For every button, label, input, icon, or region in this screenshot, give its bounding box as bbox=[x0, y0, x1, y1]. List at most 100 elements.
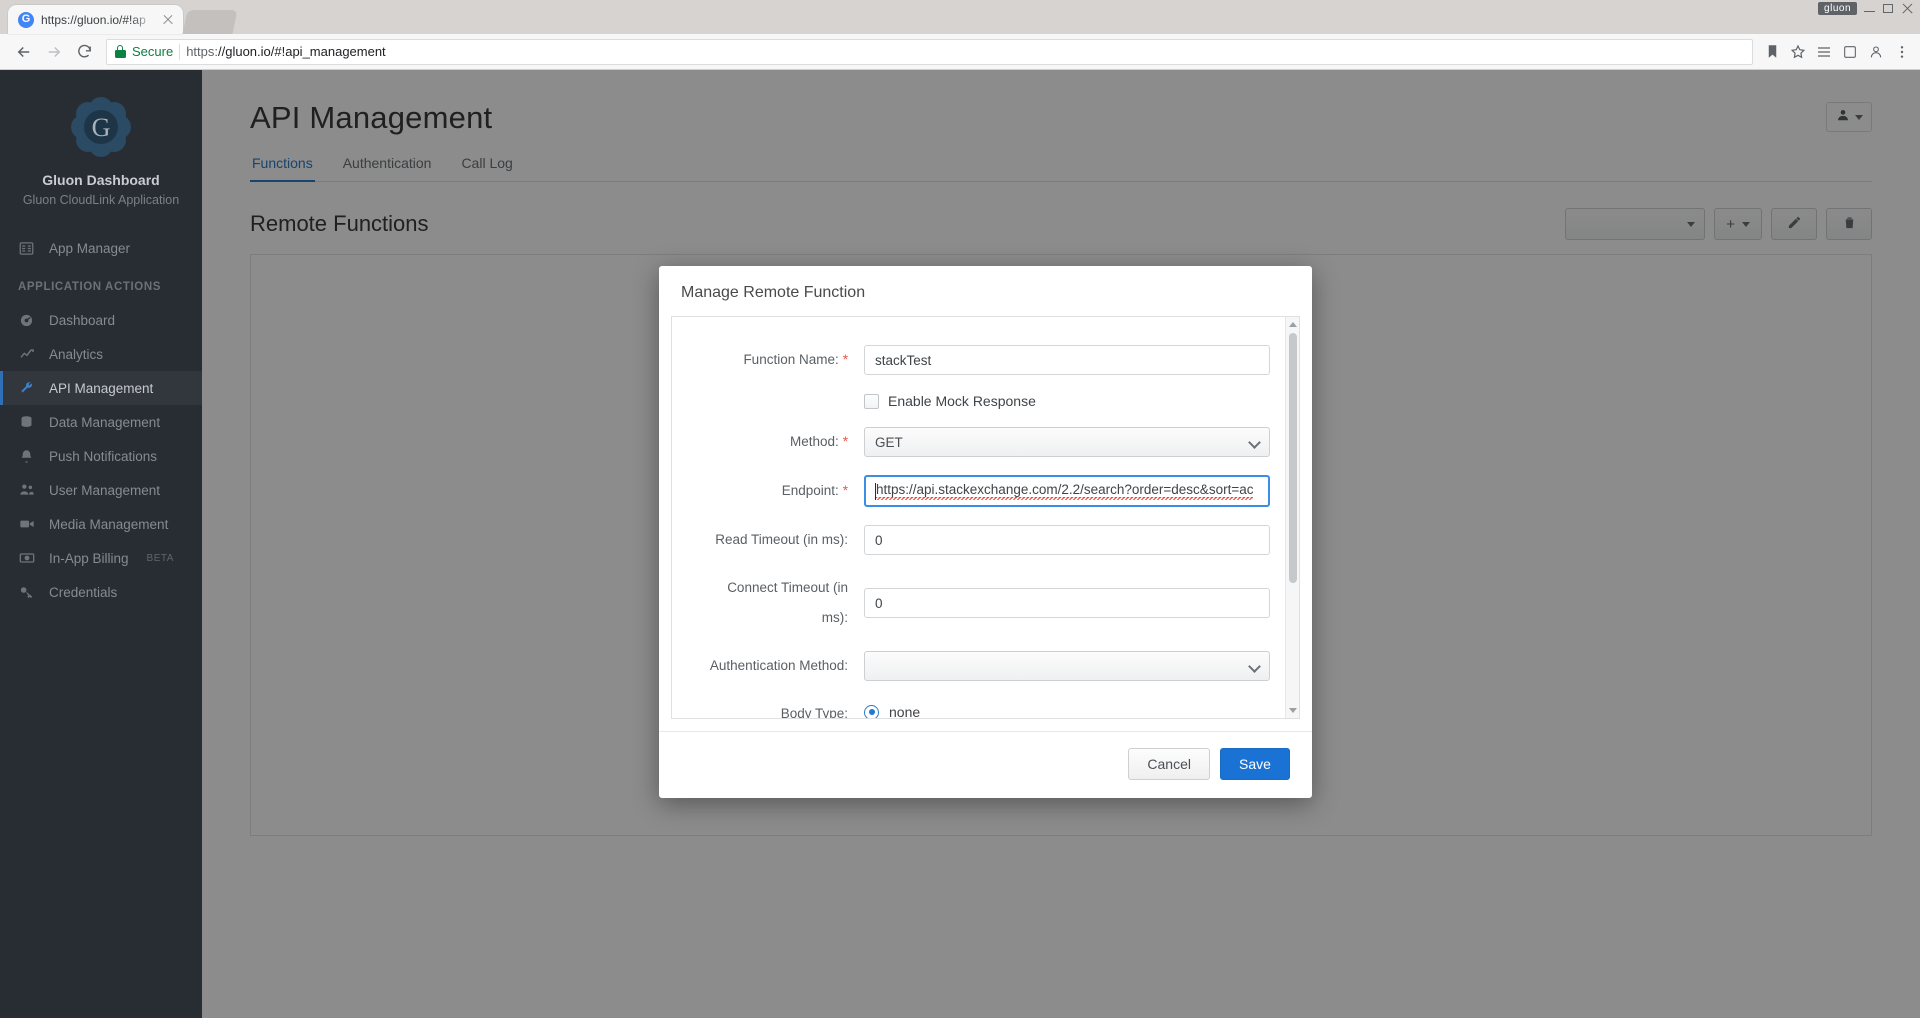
browser-tab[interactable]: G https://gluon.io/#!ap bbox=[8, 5, 183, 34]
read-timeout-label: Read Timeout (in ms): bbox=[715, 532, 848, 547]
back-arrow-icon[interactable] bbox=[10, 38, 38, 66]
sidebar-section-label: APPLICATION ACTIONS bbox=[18, 281, 162, 293]
connect-timeout-label: Connect Timeout (in ms): bbox=[727, 580, 848, 625]
browser-window: G https://gluon.io/#!ap gluon Secure htt… bbox=[0, 0, 1920, 1018]
application-body: G Gluon Dashboard Gluon CloudLink Applic… bbox=[0, 70, 1920, 1018]
extension-icon[interactable] bbox=[1816, 44, 1832, 60]
endpoint-input[interactable]: https://api.stackexchange.com/2.2/search… bbox=[864, 475, 1270, 507]
beta-badge: BETA bbox=[146, 552, 174, 564]
svg-text:G: G bbox=[92, 113, 111, 142]
tab-favicon-icon: G bbox=[18, 11, 34, 28]
auth-method-select-wrap[interactable] bbox=[864, 651, 1270, 681]
browser-tabstrip: G https://gluon.io/#!ap gluon bbox=[0, 0, 1920, 34]
label-text: Function Name: bbox=[743, 352, 839, 367]
sidebar-item-push-notifications[interactable]: Push Notifications bbox=[0, 439, 202, 473]
read-timeout-input[interactable] bbox=[864, 525, 1270, 555]
address-bar[interactable]: Secure https://gluon.io/#!api_management bbox=[106, 38, 1753, 65]
method-label: Method: * bbox=[704, 427, 864, 457]
radio-label: none bbox=[889, 704, 921, 719]
connect-timeout-row: Connect Timeout (in ms): bbox=[672, 573, 1291, 633]
users-icon bbox=[18, 482, 35, 498]
analytics-icon bbox=[18, 346, 35, 362]
profile-icon[interactable] bbox=[1868, 44, 1884, 60]
required-asterisk: * bbox=[842, 352, 848, 367]
url-text: https://gluon.io/#!api_management bbox=[186, 44, 385, 59]
scrollbar-thumb[interactable] bbox=[1289, 333, 1297, 583]
lock-icon bbox=[115, 45, 126, 58]
wrench-icon bbox=[18, 381, 35, 396]
read-timeout-field bbox=[864, 525, 1270, 555]
sidebar-item-label: Data Management bbox=[49, 414, 161, 430]
close-window-icon[interactable] bbox=[1901, 2, 1914, 15]
tab-close-icon[interactable] bbox=[161, 13, 175, 27]
sidebar-item-media-management[interactable]: Media Management bbox=[0, 507, 202, 541]
maximize-icon[interactable] bbox=[1882, 2, 1895, 15]
cancel-button[interactable]: Cancel bbox=[1128, 748, 1210, 780]
endpoint-row: Endpoint: * https://api.stackexchange.com… bbox=[672, 475, 1291, 507]
sidebar-item-user-management[interactable]: User Management bbox=[0, 473, 202, 507]
body-type-row: Body Type: none x-www-form-ur bbox=[672, 699, 1291, 719]
function-name-label: Function Name: * bbox=[704, 345, 864, 375]
method-field: GET bbox=[864, 427, 1270, 457]
tab-ghost bbox=[182, 10, 238, 34]
sidebar-item-credentials[interactable]: Credentials bbox=[0, 575, 202, 609]
endpoint-field: https://api.stackexchange.com/2.2/search… bbox=[864, 475, 1270, 507]
sidebar-item-label: Media Management bbox=[49, 516, 169, 532]
url-scheme: https: bbox=[186, 44, 218, 59]
scroll-up-arrow-icon[interactable] bbox=[1289, 322, 1297, 327]
bell-icon bbox=[18, 449, 35, 464]
puzzle-icon[interactable] bbox=[1842, 44, 1858, 60]
sidebar-item-app-manager[interactable]: App Manager bbox=[0, 231, 202, 265]
method-select-wrap[interactable]: GET bbox=[864, 427, 1270, 457]
brand-block: G Gluon Dashboard Gluon CloudLink Applic… bbox=[0, 88, 202, 213]
minimize-icon[interactable] bbox=[1863, 2, 1876, 15]
connect-timeout-field bbox=[864, 588, 1270, 618]
method-select[interactable]: GET bbox=[864, 427, 1270, 457]
radio-none[interactable] bbox=[864, 704, 879, 718]
enable-mock-checkbox[interactable] bbox=[864, 393, 879, 409]
function-name-field bbox=[864, 345, 1270, 375]
brand-subtitle: Gluon CloudLink Application bbox=[22, 193, 180, 207]
sidebar-item-analytics[interactable]: Analytics bbox=[0, 337, 202, 371]
app-manager-icon bbox=[18, 241, 35, 256]
gluon-logo-icon: G bbox=[70, 96, 132, 158]
main-content: API Management Functions Authentication … bbox=[202, 70, 1920, 1018]
sidebar-item-label: In-App Billing bbox=[49, 550, 129, 566]
function-name-input[interactable] bbox=[864, 345, 1270, 375]
connect-timeout-input[interactable] bbox=[864, 588, 1270, 618]
security-label: Secure bbox=[132, 44, 174, 59]
body-type-label: Body Type: bbox=[780, 706, 848, 719]
save-button[interactable]: Save bbox=[1220, 748, 1290, 780]
required-asterisk: * bbox=[842, 483, 848, 498]
enable-mock-label: Enable Mock Response bbox=[888, 393, 1036, 409]
auth-method-field bbox=[864, 651, 1270, 681]
window-controls: gluon bbox=[1818, 2, 1914, 15]
chrome-menu-icon[interactable] bbox=[1894, 44, 1910, 60]
url-divider bbox=[179, 43, 181, 60]
scroll-down-arrow-icon[interactable] bbox=[1289, 708, 1297, 713]
sidebar-item-dashboard[interactable]: Dashboard bbox=[0, 303, 202, 337]
sidebar-item-label: Analytics bbox=[49, 346, 104, 362]
endpoint-value: https://api.stackexchange.com/2.2/search… bbox=[876, 482, 1254, 500]
window-badge: gluon bbox=[1818, 2, 1857, 15]
auth-method-select[interactable] bbox=[864, 651, 1270, 681]
sidebar-item-label: Dashboard bbox=[49, 312, 116, 328]
dialog-scrollbar[interactable] bbox=[1285, 317, 1299, 718]
tab-title: https://gluon.io/#!ap bbox=[41, 12, 146, 27]
save-page-icon[interactable] bbox=[1765, 44, 1780, 59]
auth-method-row: Authentication Method: bbox=[672, 651, 1291, 681]
bookmark-star-icon[interactable] bbox=[1790, 44, 1806, 60]
reload-icon[interactable] bbox=[70, 38, 98, 66]
body-type-option-none[interactable]: none bbox=[864, 704, 1270, 719]
sidebar-item-data-management[interactable]: Data Management bbox=[0, 405, 202, 439]
sidebar-item-label: User Management bbox=[49, 482, 161, 498]
label-text: Endpoint: bbox=[781, 483, 839, 498]
enable-mock-row[interactable]: Enable Mock Response bbox=[672, 393, 1291, 409]
method-row: Method: * GET bbox=[672, 427, 1291, 457]
sidebar-item-api-management[interactable]: API Management bbox=[0, 371, 202, 405]
read-timeout-row: Read Timeout (in ms): bbox=[672, 525, 1291, 555]
sidebar-item-in-app-billing[interactable]: In-App Billing BETA bbox=[0, 541, 202, 575]
label-text: Method: bbox=[789, 434, 839, 449]
banknote-icon bbox=[18, 550, 35, 566]
omnibar-icons bbox=[1761, 44, 1910, 60]
